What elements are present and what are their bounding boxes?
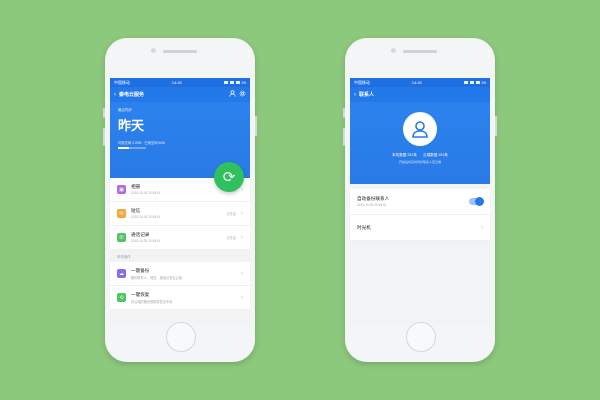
- back-icon[interactable]: ‹: [354, 92, 356, 98]
- cloud-data-count: 云端数据 251条: [423, 153, 448, 157]
- chevron-right-icon: ›: [241, 294, 243, 301]
- storage-bar: [118, 147, 146, 149]
- auto-backup-toggle[interactable]: [469, 197, 484, 206]
- chevron-right-icon: ›: [241, 210, 243, 217]
- time-machine-row[interactable]: 时光机 ›: [350, 215, 490, 241]
- mute-switch: [103, 108, 105, 118]
- right-phone: 中国移动 14:45 99 ‹ 联系人 本机数据 251条 云端数据 251条 …: [343, 38, 497, 362]
- action-description: 将云端的备份数据恢复至本机: [131, 299, 173, 304]
- status-bar: 中国移动 14:45 99: [350, 78, 490, 87]
- chevron-right-icon: ›: [241, 270, 243, 277]
- user-icon[interactable]: [229, 90, 236, 99]
- setting-label: 时光机: [357, 224, 371, 230]
- speaker: [403, 50, 437, 53]
- time-label: 14:45: [411, 80, 422, 85]
- sync-icon: ⟳: [222, 169, 236, 186]
- storage-text: 可用空间 3.2GB · 已用空间 50M: [118, 141, 165, 145]
- battery-icon: [475, 81, 480, 84]
- left-screen: 中国移动 14:45 99 ‹ 秦电云服务 最近同步 昨天 可用空间 3.2GB…: [110, 78, 250, 324]
- section-title: 本机操作: [117, 255, 131, 259]
- local-data-count: 本机数据 251条: [392, 153, 417, 157]
- item-timestamp: 2015-10-26 20:45:01: [131, 239, 161, 243]
- carrier-label: 中国移动: [114, 79, 130, 85]
- home-button[interactable]: [166, 322, 196, 352]
- chevron-right-icon: ›: [241, 234, 243, 241]
- sms-icon: ✉: [117, 209, 126, 218]
- last-sync-label: 最近同步: [118, 108, 132, 112]
- nav-bar: ‹ 秦电云服务: [110, 87, 250, 102]
- actions-list: ☁ 一键备份 备份联系人、短信、通话记录至云端 › ⟲ 一键恢复 将云端的备份数…: [110, 262, 250, 310]
- item-label: 短信: [131, 208, 141, 213]
- action-label: 一键备份: [131, 267, 150, 273]
- wifi-icon: [463, 81, 468, 84]
- item-timestamp: 2015-10-26 20:45:01: [131, 215, 161, 219]
- signal-icon: [469, 81, 474, 84]
- action-description: 备份联系人、短信、通话记录至云端: [131, 275, 182, 280]
- sync-button[interactable]: ⟳: [214, 162, 244, 192]
- page-title: 联系人: [359, 92, 375, 98]
- power-button: [495, 116, 497, 136]
- avatar: [403, 112, 437, 146]
- setting-label: 自动备份联系人: [357, 196, 390, 201]
- back-icon[interactable]: ‹: [114, 92, 116, 98]
- person-icon: [412, 121, 428, 138]
- sync-summary: 最近同步 昨天 可用空间 3.2GB · 已用空间 50M ⟳: [110, 102, 250, 192]
- page-title: 秦电云服务: [119, 92, 145, 98]
- contacts-settings-list: 自动备份联系人 2015-10-26 20:45:01 时光机 ›: [350, 189, 490, 241]
- phone-icon: ✆: [117, 233, 126, 242]
- sync-hint: 开启后将实时同步联系人至云端: [398, 160, 441, 164]
- item-label: 通话记录: [131, 232, 150, 237]
- time-label: 14:45: [171, 80, 182, 85]
- auto-backup-contacts-row: 自动备份联系人 2015-10-26 20:45:01: [350, 189, 490, 215]
- setting-timestamp: 2015-10-26 20:45:01: [357, 203, 387, 207]
- nav-bar: ‹ 联系人: [350, 87, 490, 102]
- battery-label: 99: [241, 80, 246, 85]
- one-click-restore-button[interactable]: ⟲ 一键恢复 将云端的备份数据恢复至本机 ›: [110, 286, 250, 310]
- signal-icon: [229, 81, 234, 84]
- restore-icon: ⟲: [117, 293, 126, 302]
- item-label: 相册: [131, 184, 141, 189]
- one-click-backup-button[interactable]: ☁ 一键备份 备份联系人、短信、通话记录至云端 ›: [110, 262, 250, 286]
- cloud-upload-icon: ☁: [117, 269, 126, 278]
- storage-bar-fill: [118, 147, 130, 149]
- contacts-summary: 本机数据 251条 云端数据 251条 开启后将实时同步联系人至云端: [350, 102, 490, 184]
- toggle-knob: [475, 197, 484, 206]
- front-camera: [391, 48, 396, 53]
- left-phone: 中国移动 14:45 99 ‹ 秦电云服务 最近同步 昨天 可用空间 3.2GB…: [103, 38, 257, 362]
- volume-up-button: [343, 128, 345, 146]
- chevron-right-icon: ›: [241, 186, 243, 193]
- battery-icon: [235, 81, 240, 84]
- carrier-label: 中国移动: [354, 79, 370, 85]
- album-icon: ▣: [117, 185, 126, 194]
- action-label: 一键恢复: [131, 291, 150, 297]
- list-item-sms[interactable]: ✉ 短信 2015-10-26 20:45:01 已开启 ›: [110, 202, 250, 226]
- power-button: [255, 116, 257, 136]
- wifi-icon: [223, 81, 228, 84]
- list-item-call-log[interactable]: ✆ 通话记录 2015-10-26 20:45:01 已开启 ›: [110, 226, 250, 250]
- item-status: 已开启: [226, 236, 236, 240]
- gear-icon[interactable]: [239, 90, 246, 99]
- data-counts: 本机数据 251条 云端数据 251条: [392, 153, 448, 158]
- chevron-right-icon: ›: [481, 224, 483, 231]
- battery-label: 99: [481, 80, 486, 85]
- status-icons: 99: [223, 80, 246, 85]
- item-timestamp: 2015-10-26 20:45:01: [131, 191, 161, 195]
- volume-up-button: [103, 128, 105, 146]
- status-icons: 99: [463, 80, 486, 85]
- item-status: 已开启: [226, 212, 236, 216]
- right-screen: 中国移动 14:45 99 ‹ 联系人 本机数据 251条 云端数据 251条 …: [350, 78, 490, 324]
- mute-switch: [343, 108, 345, 118]
- status-bar: 中国移动 14:45 99: [110, 78, 250, 87]
- front-camera: [151, 48, 156, 53]
- home-button[interactable]: [406, 322, 436, 352]
- speaker: [163, 50, 197, 53]
- last-sync-value: 昨天: [118, 118, 145, 133]
